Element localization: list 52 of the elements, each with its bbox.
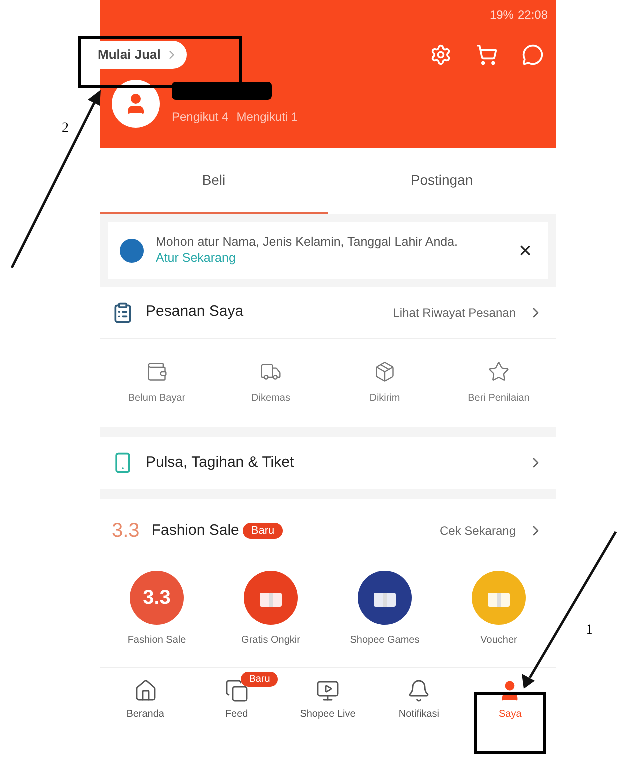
- tab[interactable]: Postingan: [328, 148, 556, 214]
- cards-icon: [224, 679, 249, 703]
- bills-title: Pulsa, Tagihan & Tiket: [146, 452, 296, 473]
- clipboard-icon: [112, 302, 134, 324]
- promo-icon[interactable]: [358, 571, 412, 625]
- orders-row[interactable]: Pesanan Saya Lihat Riwayat Pesanan: [100, 287, 556, 339]
- nav-item[interactable]: Shopee Live: [282, 668, 374, 733]
- notice-text: Mohon atur Nama, Jenis Kelamin, Tanggal Lahir Anda. Atur Sekarang: [156, 234, 460, 266]
- nav-label: Feed: [225, 708, 248, 722]
- nav-item[interactable]: Baru Feed: [191, 668, 282, 733]
- settings-icon[interactable]: [430, 44, 452, 66]
- avatar[interactable]: [112, 80, 160, 128]
- nav-label: Notifikasi: [398, 708, 440, 722]
- promo-label[interactable]: Gratis Ongkir: [242, 633, 300, 648]
- nav-item[interactable]: Beranda: [100, 668, 192, 733]
- star-icon[interactable]: [488, 360, 510, 382]
- promo-label[interactable]: Fashion Sale: [128, 633, 186, 648]
- order-history-link[interactable]: Lihat Riwayat Pesanan: [393, 304, 516, 322]
- video-icon: [316, 679, 340, 703]
- nav-item[interactable]: Notifikasi: [374, 668, 465, 733]
- promo-icon[interactable]: 3.3: [130, 571, 184, 625]
- promo-title: Fashion Sale: [152, 520, 240, 541]
- home-icon: [134, 679, 158, 703]
- nav-label: Beranda: [126, 708, 164, 722]
- clock-text: 22:08: [518, 7, 548, 24]
- nav-item[interactable]: Saya: [464, 668, 556, 733]
- wallet-icon[interactable]: [146, 360, 168, 382]
- cart-icon[interactable]: [476, 44, 498, 66]
- nav-label: Saya: [499, 708, 522, 722]
- promo-label[interactable]: Shopee Games: [350, 633, 420, 648]
- highlight-frame: [474, 692, 546, 754]
- step-number: 1: [586, 622, 593, 640]
- close-button[interactable]: ×: [515, 234, 536, 267]
- promo-icon-text: 3.3: [143, 586, 171, 611]
- status-label[interactable]: Dikemas: [252, 390, 290, 406]
- step-number: 2: [62, 120, 69, 138]
- new-badge: Baru: [241, 672, 278, 687]
- chat-icon[interactable]: [522, 44, 544, 66]
- bills-row[interactable]: Pulsa, Tagihan & Tiket: [100, 437, 556, 489]
- box-icon[interactable]: [374, 360, 396, 382]
- promo-label[interactable]: Voucher: [480, 633, 518, 648]
- check-now-link[interactable]: Cek Sekarang: [440, 522, 516, 540]
- orders-title: Pesanan Saya: [146, 302, 245, 322]
- bell-icon: [407, 679, 432, 703]
- battery-text: 19%: [490, 7, 514, 24]
- status-label[interactable]: Dikirim: [370, 390, 400, 406]
- new-badge: Baru: [243, 522, 283, 540]
- info-icon: [120, 238, 144, 262]
- promo-logo: 3.3: [112, 519, 140, 544]
- status-label[interactable]: Beri Penilaian: [468, 390, 530, 406]
- status-label[interactable]: Belum Bayar: [128, 390, 186, 406]
- nav-label: Shopee Live: [300, 708, 356, 722]
